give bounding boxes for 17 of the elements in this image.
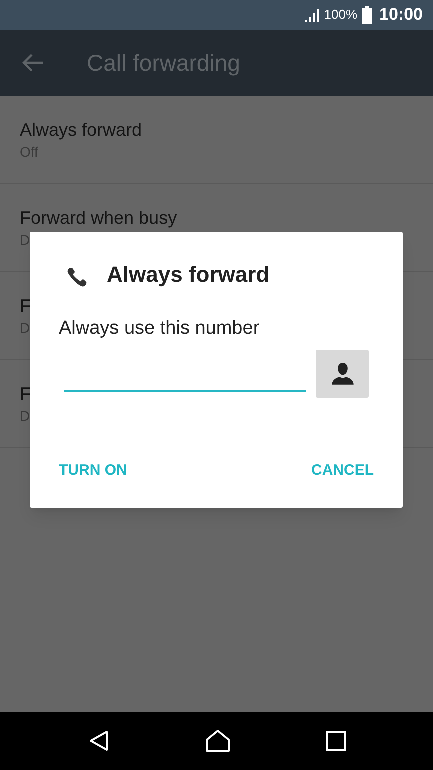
dialog-button[interactable]: TURN ON	[47, 452, 140, 490]
toolbar-title: Call forwarding	[87, 48, 240, 78]
setting-title: F	[20, 382, 31, 406]
signal-icon	[304, 8, 320, 22]
setting-title: Always forward	[20, 118, 142, 142]
recents-icon[interactable]	[326, 731, 346, 751]
contact-picker-button[interactable]	[316, 350, 369, 398]
setting-title: Forward when busy	[20, 206, 178, 230]
setting-title: F	[20, 294, 31, 318]
home-icon[interactable]	[204, 729, 230, 753]
clock: 10:00	[380, 4, 423, 26]
battery-icon	[362, 6, 372, 24]
dialog-button[interactable]: CANCEL	[300, 452, 386, 490]
dialog-label: Always use this number	[59, 317, 261, 341]
person-icon	[330, 360, 356, 386]
back-icon[interactable]	[88, 730, 110, 752]
battery-percent: 100%	[324, 6, 358, 24]
